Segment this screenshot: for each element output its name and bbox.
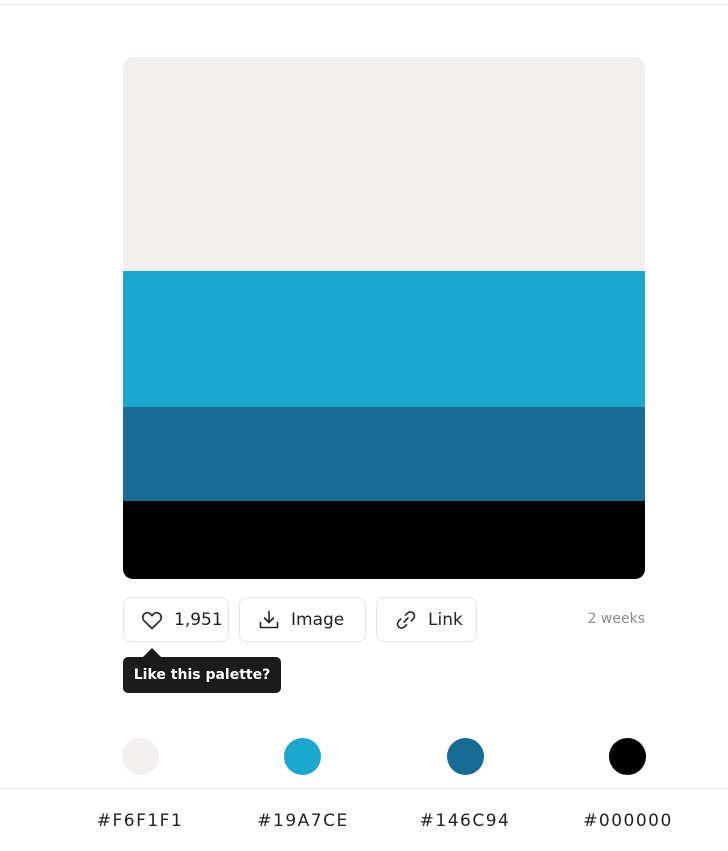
- color-dot-1[interactable]: [122, 738, 159, 775]
- download-icon: [257, 608, 281, 632]
- link-icon: [394, 608, 418, 632]
- download-image-button[interactable]: Image: [239, 597, 366, 642]
- color-dot-4[interactable]: [609, 738, 646, 775]
- published-time: 2 weeks: [587, 611, 645, 627]
- palette-band-2[interactable]: [123, 271, 645, 407]
- like-tooltip: Like this palette?: [123, 657, 281, 693]
- hex-code-2[interactable]: #19A7CE: [243, 811, 363, 831]
- hex-code-3[interactable]: #146C94: [405, 811, 525, 831]
- heart-icon: [140, 608, 164, 632]
- hex-code-1[interactable]: #F6F1F1: [80, 811, 200, 831]
- like-button[interactable]: 1,951: [123, 597, 229, 642]
- hex-code-4[interactable]: #000000: [568, 811, 688, 831]
- like-count: 1,951: [174, 609, 223, 630]
- color-dot-3[interactable]: [447, 738, 484, 775]
- top-divider: [0, 4, 728, 5]
- color-dot-2[interactable]: [284, 738, 321, 775]
- tooltip-arrow: [143, 648, 161, 657]
- palette-band-4[interactable]: [123, 501, 645, 579]
- bottom-divider: [0, 788, 728, 789]
- palette-band-3[interactable]: [123, 407, 645, 501]
- link-label: Link: [428, 609, 463, 630]
- palette-preview[interactable]: [123, 57, 645, 579]
- palette-band-1[interactable]: [123, 57, 645, 271]
- copy-link-button[interactable]: Link: [376, 597, 477, 642]
- image-label: Image: [291, 609, 345, 630]
